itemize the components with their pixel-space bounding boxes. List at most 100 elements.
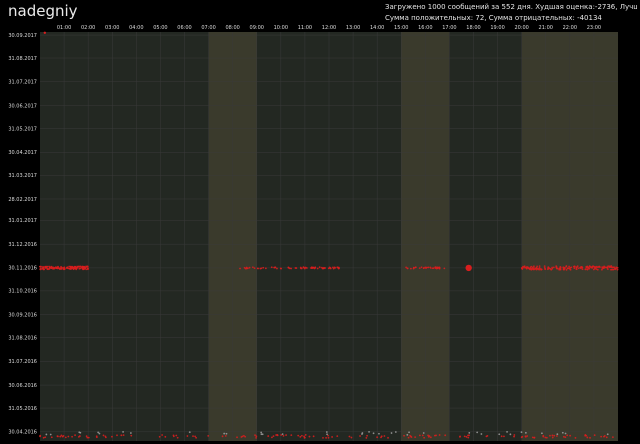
data-point[interactable] (596, 268, 599, 271)
data-point[interactable] (390, 432, 393, 434)
data-point[interactable] (43, 31, 47, 34)
data-point[interactable] (480, 433, 483, 435)
data-point[interactable] (85, 268, 88, 271)
data-point[interactable] (586, 436, 589, 439)
data-point[interactable] (116, 434, 118, 437)
data-point[interactable] (561, 431, 564, 434)
data-point[interactable] (261, 433, 264, 436)
data-point[interactable] (365, 437, 368, 439)
data-point[interactable] (613, 266, 616, 269)
data-point[interactable] (485, 435, 488, 438)
data-point[interactable] (541, 432, 543, 435)
data-point[interactable] (326, 433, 328, 436)
data-point[interactable] (49, 433, 52, 436)
data-point[interactable] (57, 435, 59, 438)
data-point[interactable] (47, 268, 50, 271)
data-point[interactable] (580, 266, 583, 269)
data-point[interactable] (130, 434, 133, 437)
data-point[interactable] (85, 435, 88, 438)
data-point[interactable] (366, 434, 368, 437)
data-point[interactable] (407, 436, 410, 439)
data-point[interactable] (459, 435, 461, 438)
data-point[interactable] (432, 267, 435, 270)
data-point[interactable] (520, 266, 523, 269)
data-point[interactable] (509, 433, 512, 436)
data-point[interactable] (236, 436, 238, 439)
data-point[interactable] (611, 268, 614, 271)
data-point[interactable] (85, 265, 88, 268)
data-point[interactable] (513, 435, 515, 438)
data-point[interactable] (312, 435, 315, 438)
data-point[interactable] (547, 266, 550, 269)
data-point[interactable] (336, 435, 339, 438)
data-point[interactable] (532, 268, 535, 270)
data-point[interactable] (316, 267, 319, 270)
data-point[interactable] (467, 436, 470, 439)
data-point[interactable] (538, 265, 541, 268)
data-point[interactable] (535, 267, 538, 269)
data-point[interactable] (39, 435, 41, 438)
data-point[interactable] (413, 266, 415, 269)
data-point[interactable] (530, 268, 533, 271)
data-point[interactable] (75, 268, 78, 271)
data-point[interactable] (611, 266, 613, 269)
data-point[interactable] (221, 435, 224, 438)
data-point[interactable] (122, 434, 125, 437)
data-point[interactable] (312, 266, 315, 269)
data-point[interactable] (427, 435, 430, 438)
data-point[interactable] (408, 431, 410, 434)
data-point[interactable] (314, 266, 317, 269)
data-point[interactable] (523, 265, 526, 268)
data-point[interactable] (290, 434, 293, 437)
data-point[interactable] (443, 267, 446, 270)
data-point[interactable] (553, 434, 556, 437)
data-point[interactable] (423, 436, 426, 439)
data-point[interactable] (438, 434, 441, 436)
data-point[interactable] (44, 436, 47, 439)
data-point[interactable] (591, 265, 594, 268)
data-point[interactable] (425, 267, 427, 269)
data-point[interactable] (435, 266, 438, 269)
data-point[interactable] (569, 434, 572, 437)
data-point[interactable] (592, 268, 595, 271)
data-point[interactable] (272, 435, 275, 438)
data-point[interactable] (281, 433, 284, 435)
data-point[interactable] (276, 267, 278, 270)
data-point[interactable] (50, 265, 53, 268)
data-point[interactable] (476, 431, 479, 434)
data-point[interactable] (102, 434, 105, 437)
data-point[interactable] (86, 268, 89, 271)
data-point[interactable] (506, 430, 508, 433)
data-point[interactable] (176, 436, 179, 439)
data-point[interactable] (387, 436, 389, 439)
data-point[interactable] (406, 433, 409, 436)
data-point[interactable] (468, 434, 470, 437)
data-point[interactable] (575, 266, 578, 269)
data-point[interactable] (368, 430, 370, 433)
data-point[interactable] (223, 432, 226, 435)
data-point[interactable] (543, 265, 546, 268)
data-point[interactable] (271, 436, 273, 439)
data-point[interactable] (552, 266, 555, 269)
data-point[interactable] (253, 267, 256, 270)
data-point[interactable] (79, 431, 82, 434)
data-point[interactable] (55, 267, 58, 270)
data-point[interactable] (418, 267, 421, 270)
data-point[interactable] (435, 434, 437, 437)
data-point[interactable] (244, 435, 247, 438)
data-point[interactable] (195, 436, 197, 439)
data-point[interactable] (350, 436, 353, 439)
data-point[interactable] (616, 266, 619, 269)
data-point[interactable] (322, 436, 324, 439)
data-point[interactable] (239, 267, 241, 270)
data-point[interactable] (468, 432, 471, 434)
data-point[interactable] (255, 436, 257, 439)
data-point[interactable] (551, 434, 554, 437)
data-point[interactable] (104, 435, 107, 438)
data-point[interactable] (526, 435, 529, 437)
data-point[interactable] (122, 431, 124, 433)
data-point[interactable] (551, 267, 554, 270)
data-point[interactable] (584, 434, 587, 436)
data-point[interactable] (418, 434, 421, 437)
data-point[interactable] (559, 265, 562, 268)
